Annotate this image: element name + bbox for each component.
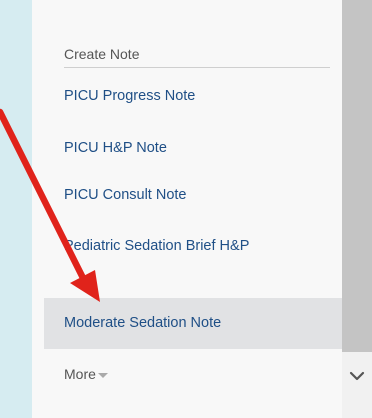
note-panel: Create Note PICU Progress Note PICU H&P …	[32, 0, 372, 418]
menu-header: Create Note	[64, 46, 140, 62]
menu-item-pediatric-sedation-brief-hp[interactable]: Pediatric Sedation Brief H&P	[44, 231, 314, 261]
scrollbar[interactable]	[342, 0, 372, 418]
menu-item-picu-hp-note[interactable]: PICU H&P Note	[44, 136, 342, 160]
menu-item-moderate-sedation-note[interactable]: Moderate Sedation Note	[44, 298, 342, 349]
header-divider	[64, 67, 330, 68]
create-note-menu: Create Note PICU Progress Note PICU H&P …	[44, 0, 342, 418]
caret-down-icon	[97, 372, 108, 378]
more-label: More	[64, 366, 96, 382]
chevron-down-icon	[349, 371, 365, 381]
more-dropdown[interactable]: More	[64, 364, 108, 384]
scroll-down-button[interactable]	[342, 362, 372, 392]
scrollbar-thumb[interactable]	[342, 0, 372, 352]
menu-item-picu-consult-note[interactable]: PICU Consult Note	[44, 183, 342, 207]
menu-item-picu-progress-note[interactable]: PICU Progress Note	[44, 84, 342, 108]
